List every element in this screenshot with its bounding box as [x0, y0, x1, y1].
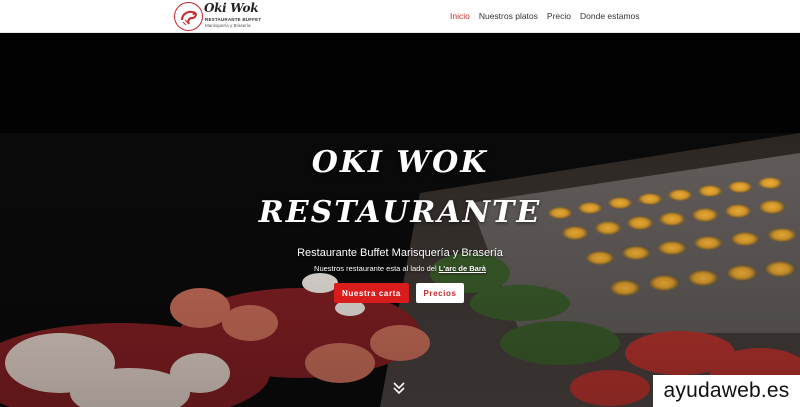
hero-title-line-1: OKI WOK [311, 145, 489, 180]
location-prefix: Nuestros restaurante esta al lado del [314, 264, 439, 273]
hero-title-line-2: RESTAURANTE [258, 195, 542, 230]
nav-item-precio[interactable]: Precio [547, 11, 571, 21]
hero-section: OKI WOK RESTAURANTE Restaurante Buffet M… [0, 33, 800, 407]
logo-tagline: RESTAURANTE BUFFET [205, 17, 262, 22]
nuestra-carta-button[interactable]: Nuestra carta [334, 283, 409, 303]
nav-item-inicio[interactable]: Inicio [450, 11, 470, 21]
double-chevron-down-icon[interactable] [391, 380, 407, 396]
site-header: Oki Wok RESTAURANTE BUFFET Marisquería y… [0, 0, 800, 33]
logo-subtagline: Marisquería y Brasería [205, 23, 251, 28]
hero-subtitle: Restaurante Buffet Marisquería y Braserí… [297, 247, 503, 259]
nav-item-donde-estamos[interactable]: Donde estamos [580, 11, 640, 21]
watermark: ayudaweb.es [653, 375, 800, 407]
logo-name: Oki Wok [204, 1, 259, 15]
main-nav: Inicio Nuestros platos Precio Donde esta… [450, 11, 649, 21]
location-link[interactable]: L'arc de Barà [439, 264, 486, 273]
hero-location-text: Nuestros restaurante esta al lado del L'… [0, 264, 800, 273]
shrimp-logo-icon [174, 2, 203, 31]
site-logo[interactable]: Oki Wok RESTAURANTE BUFFET Marisquería y… [174, 1, 261, 31]
precios-button[interactable]: Precios [416, 283, 464, 303]
nav-item-nuestros-platos[interactable]: Nuestros platos [479, 11, 538, 21]
